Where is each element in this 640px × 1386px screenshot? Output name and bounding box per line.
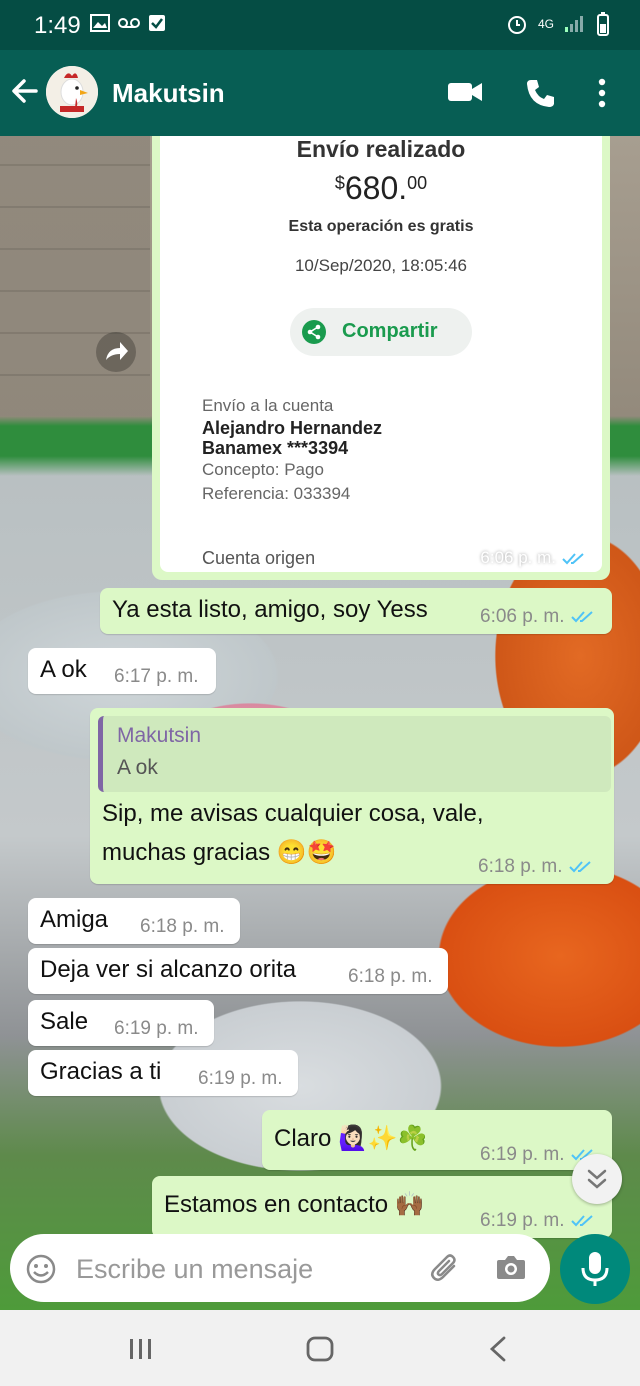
read-ticks-icon [568, 861, 591, 873]
gallery-icon [90, 14, 110, 32]
receipt-image: Envío realizado $680.00 Esta operación e… [160, 136, 602, 572]
message-bubble-incoming[interactable]: A ok 6:17 p. m. [28, 648, 216, 694]
message-bubble-outgoing[interactable]: Claro 🙋🏻‍♀️✨☘️ 6:19 p. m. [262, 1110, 612, 1170]
message-text: A ok [40, 656, 87, 683]
message-time: 6:18 p. m. [140, 916, 225, 937]
phone-call-icon[interactable] [525, 78, 555, 108]
camera-icon[interactable] [496, 1254, 526, 1280]
read-ticks-icon [562, 552, 584, 564]
message-text: muchas gracias 😁🤩 [102, 839, 337, 866]
receipt-datetime: 10/Sep/2020, 18:05:46 [294, 256, 468, 275]
concept: Concepto: Pago [202, 460, 324, 479]
status-bar: 1:49 4G [0, 0, 640, 50]
quoted-author: Makutsin [117, 724, 202, 747]
avatar[interactable] [46, 66, 98, 118]
video-call-icon[interactable] [448, 81, 482, 103]
message-time: 6:19 p. m. [480, 1210, 595, 1232]
read-ticks-icon [570, 611, 593, 623]
message-time: 6:18 p. m. [478, 856, 593, 878]
alarm-icon [507, 16, 526, 34]
chat-header: Makutsin [0, 50, 640, 136]
account-bank: Banamex ***3394 [202, 438, 349, 458]
chat-area[interactable]: Envío realizado $680.00 Esta operación e… [0, 136, 640, 1310]
battery-icon [597, 12, 609, 36]
message-time: 6:06 p. m. [480, 606, 595, 628]
notification-icons [90, 14, 166, 32]
message-text: Sip, me avisas cualquier cosa, vale, [102, 800, 484, 827]
clock: 1:49 [34, 12, 81, 39]
microphone-icon [581, 1252, 609, 1286]
home-icon[interactable] [306, 1336, 334, 1362]
receipt-title: Envío realizado [296, 136, 466, 162]
share-icon [302, 320, 326, 344]
rooster-logo-icon [46, 66, 98, 118]
message-text: Gracias a ti [40, 1058, 162, 1085]
transfer-receipt-message[interactable]: Envío realizado $680.00 Esta operación e… [152, 136, 610, 580]
system-nav-bar [0, 1310, 640, 1386]
receipt-amount: $680.00 [334, 170, 428, 206]
wallpaper-wall [0, 136, 150, 416]
message-time: 6:19 p. m. [198, 1068, 283, 1089]
share-label: Compartir [342, 320, 438, 342]
double-chevron-down-icon [587, 1169, 607, 1189]
recent-apps-icon[interactable] [128, 1338, 154, 1360]
quoted-message[interactable]: Makutsin A ok [98, 716, 611, 792]
message-text: Amiga [40, 906, 109, 933]
message-bubble-incoming[interactable]: Deja ver si alcanzo orita 6:18 p. m. [28, 948, 448, 994]
signal-icon [565, 16, 583, 32]
message-bubble-outgoing[interactable]: Ya esta listo, amigo, soy Yess 6:06 p. m… [100, 588, 612, 634]
forward-icon [106, 342, 128, 360]
voice-message-button[interactable] [560, 1234, 630, 1304]
message-bubble-outgoing[interactable]: Estamos en contacto 🙌🏾 6:19 p. m. [152, 1176, 612, 1238]
back-nav-icon[interactable] [488, 1336, 508, 1362]
contact-name[interactable]: Makutsin [112, 78, 225, 109]
forward-button[interactable] [96, 332, 136, 372]
message-time: 6:17 p. m. [114, 666, 199, 687]
share-button[interactable]: Compartir [290, 308, 472, 356]
message-composer [10, 1234, 550, 1302]
message-text: Deja ver si alcanzo orita [40, 956, 297, 983]
message-text: Sale [40, 1008, 89, 1035]
message-input[interactable] [74, 1248, 418, 1290]
read-ticks-icon [570, 1215, 593, 1227]
quoted-text: A ok [117, 756, 158, 779]
message-time: 6:06 p. m. [480, 548, 586, 568]
checkbox-icon [149, 15, 165, 31]
attach-icon[interactable] [430, 1252, 460, 1284]
message-text: Claro 🙋🏻‍♀️✨☘️ [274, 1125, 428, 1152]
account-details: Envío a la cuenta Alejandro Hernandez Ba… [202, 394, 382, 506]
message-text: Ya esta listo, amigo, soy Yess [112, 596, 428, 623]
receipt-note: Esta operación es gratis [288, 218, 474, 235]
message-bubble-incoming[interactable]: Sale 6:19 p. m. [28, 1000, 214, 1046]
more-options-icon[interactable] [598, 78, 606, 108]
emoji-icon[interactable] [26, 1254, 56, 1284]
network-label: 4G [537, 17, 554, 31]
message-bubble-incoming[interactable]: Amiga 6:18 p. m. [28, 898, 240, 944]
origin-account: Cuenta origen [202, 548, 316, 568]
message-bubble-incoming[interactable]: Gracias a ti 6:19 p. m. [28, 1050, 298, 1096]
account-heading: Envío a la cuenta [202, 396, 334, 415]
reference: Referencia: 033394 [202, 484, 351, 503]
message-text: Estamos en contacto 🙌🏾 [164, 1191, 425, 1218]
account-name: Alejandro Hernandez [202, 418, 383, 438]
message-time: 6:18 p. m. [348, 966, 433, 987]
voicemail-icon [118, 18, 140, 28]
system-icons: 4G [506, 12, 610, 36]
message-bubble-outgoing-reply[interactable]: Makutsin A ok Sip, me avisas cualquier c… [90, 708, 614, 884]
message-time: 6:19 p. m. [114, 1018, 199, 1039]
scroll-to-bottom-button[interactable] [572, 1154, 622, 1204]
back-arrow-icon[interactable] [10, 76, 40, 106]
